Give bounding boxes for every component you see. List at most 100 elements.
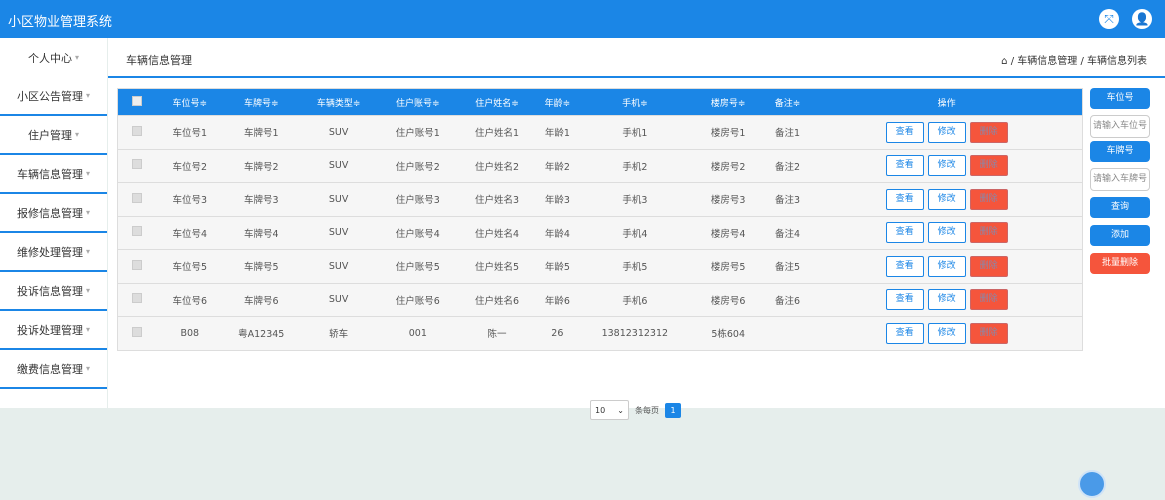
column-header[interactable]: 楼房号≑: [693, 89, 764, 116]
parking-number-label: 车位号: [1090, 88, 1150, 109]
main-panel: 车辆信息管理 ⌂ / 车辆信息管理 / 车辆信息列表 车位号≑车牌号≑车辆类型≑…: [108, 38, 1165, 408]
table-cell: 5栋604: [693, 317, 764, 351]
table-cell: 楼房号5: [693, 250, 764, 284]
table-row: 车位号3车牌号3SUV住户账号3住户姓名3年龄3手机3楼房号3备注3查看修改删除: [118, 183, 1083, 217]
plate-number-input[interactable]: 请输入车牌号: [1090, 168, 1150, 191]
actions-cell: 查看修改删除: [811, 149, 1082, 183]
sidebar-item[interactable]: 个人中心▾: [0, 38, 107, 77]
row-checkbox[interactable]: [132, 293, 142, 303]
breadcrumb-text[interactable]: / 车辆信息管理 / 车辆信息列表: [1011, 56, 1147, 67]
delete-button[interactable]: 删除: [970, 155, 1008, 176]
column-header[interactable]: 年龄≑: [538, 89, 578, 116]
user-icon[interactable]: 👤: [1132, 9, 1152, 29]
table-cell: [764, 317, 812, 351]
table-cell: 车位号5: [155, 250, 224, 284]
table-cell: 车牌号2: [224, 149, 298, 183]
table-cell: SUV: [298, 116, 379, 150]
view-button[interactable]: 查看: [886, 122, 924, 143]
table-cell: 楼房号3: [693, 183, 764, 217]
sidebar-item[interactable]: 投诉处理管理▾: [0, 311, 107, 350]
sidebar-item-label: 缴费信息管理: [17, 361, 83, 377]
table-cell: 年龄6: [538, 283, 578, 317]
table-row: 车位号1车牌号1SUV住户账号1住户姓名1年龄1手机1楼房号1备注1查看修改删除: [118, 116, 1083, 150]
row-checkbox[interactable]: [132, 327, 142, 337]
sidebar-item[interactable]: 投诉信息管理▾: [0, 272, 107, 311]
row-checkbox[interactable]: [132, 193, 142, 203]
delete-button[interactable]: 删除: [970, 289, 1008, 310]
actions-cell: 查看修改删除: [811, 216, 1082, 250]
table-cell: 住户姓名4: [456, 216, 537, 250]
row-checkbox[interactable]: [132, 260, 142, 270]
table-cell: 陈一: [456, 317, 537, 351]
chevron-down-icon: ▾: [86, 169, 90, 178]
chevron-down-icon: ▾: [86, 325, 90, 334]
per-page-label: 条每页: [635, 405, 659, 416]
sidebar-item[interactable]: 维修处理管理▾: [0, 233, 107, 272]
view-button[interactable]: 查看: [886, 222, 924, 243]
table-cell: 车牌号3: [224, 183, 298, 217]
table-cell: SUV: [298, 216, 379, 250]
view-button[interactable]: 查看: [886, 323, 924, 344]
table-cell: 手机6: [577, 283, 692, 317]
row-checkbox-cell: [118, 216, 156, 250]
page-size-value: 10: [595, 406, 605, 415]
column-header[interactable]: 住户姓名≑: [456, 89, 537, 116]
sidebar-item[interactable]: 小区公告管理▾: [0, 77, 107, 116]
delete-button[interactable]: 删除: [970, 189, 1008, 210]
edit-button[interactable]: 修改: [928, 222, 966, 243]
chevron-down-icon: ▾: [86, 247, 90, 256]
sidebar-item[interactable]: 缴费信息管理▾: [0, 350, 107, 389]
sidebar-item-label: 投诉信息管理: [17, 283, 83, 299]
delete-button[interactable]: 删除: [970, 222, 1008, 243]
view-button[interactable]: 查看: [886, 155, 924, 176]
page-1-button[interactable]: 1: [665, 403, 681, 418]
column-header[interactable]: 车位号≑: [155, 89, 224, 116]
breadcrumb: ⌂ / 车辆信息管理 / 车辆信息列表: [1001, 52, 1147, 67]
edit-button[interactable]: 修改: [928, 323, 966, 344]
edit-button[interactable]: 修改: [928, 256, 966, 277]
row-checkbox[interactable]: [132, 159, 142, 169]
add-button[interactable]: 添加: [1090, 225, 1150, 246]
batch-delete-button[interactable]: 批量删除: [1090, 253, 1150, 274]
sidebar-item[interactable]: 住户管理▾: [0, 116, 107, 155]
edit-button[interactable]: 修改: [928, 155, 966, 176]
column-header: 操作: [811, 89, 1082, 116]
actions-cell: 查看修改删除: [811, 116, 1082, 150]
delete-button[interactable]: 删除: [970, 256, 1008, 277]
table-cell: 轿车: [298, 317, 379, 351]
table-cell: 车位号4: [155, 216, 224, 250]
fullscreen-icon[interactable]: ⤧: [1099, 9, 1119, 29]
edit-button[interactable]: 修改: [928, 122, 966, 143]
select-all-checkbox[interactable]: [132, 96, 142, 106]
parking-number-input[interactable]: 请输入车位号: [1090, 115, 1150, 138]
sidebar-item[interactable]: 报修信息管理▾: [0, 194, 107, 233]
edit-button[interactable]: 修改: [928, 189, 966, 210]
view-button[interactable]: 查看: [886, 256, 924, 277]
table-cell: 备注3: [764, 183, 812, 217]
query-button[interactable]: 查询: [1090, 197, 1150, 218]
table-cell: SUV: [298, 250, 379, 284]
page-size-select[interactable]: 10⌄: [590, 400, 629, 420]
row-checkbox[interactable]: [132, 126, 142, 136]
view-button[interactable]: 查看: [886, 189, 924, 210]
table-cell: B08: [155, 317, 224, 351]
delete-button[interactable]: 删除: [970, 323, 1008, 344]
column-header[interactable]: 备注≑: [764, 89, 812, 116]
delete-button[interactable]: 删除: [970, 122, 1008, 143]
table-cell: SUV: [298, 183, 379, 217]
column-header[interactable]: 车牌号≑: [224, 89, 298, 116]
table-row: 车位号6车牌号6SUV住户账号6住户姓名6年龄6手机6楼房号6备注6查看修改删除: [118, 283, 1083, 317]
edit-button[interactable]: 修改: [928, 289, 966, 310]
column-header[interactable]: 车辆类型≑: [298, 89, 379, 116]
table-row: 车位号4车牌号4SUV住户账号4住户姓名4年龄4手机4楼房号4备注4查看修改删除: [118, 216, 1083, 250]
table-cell: 楼房号6: [693, 283, 764, 317]
select-all-header: [118, 89, 156, 116]
home-icon[interactable]: ⌂: [1001, 56, 1007, 67]
sidebar-item[interactable]: 车辆信息管理▾: [0, 155, 107, 194]
floating-button[interactable]: [1078, 470, 1106, 498]
view-button[interactable]: 查看: [886, 289, 924, 310]
column-header[interactable]: 住户账号≑: [379, 89, 456, 116]
column-header[interactable]: 手机≑: [577, 89, 692, 116]
table-cell: 年龄5: [538, 250, 578, 284]
row-checkbox[interactable]: [132, 226, 142, 236]
